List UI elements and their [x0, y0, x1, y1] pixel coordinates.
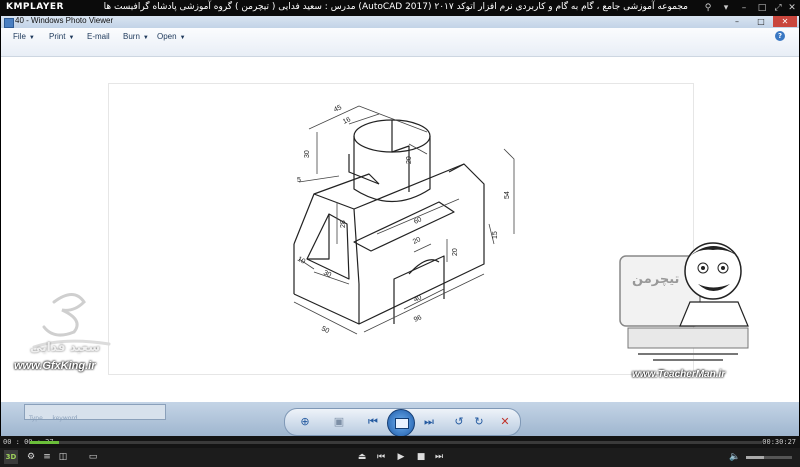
help-icon[interactable]: ?: [775, 31, 785, 41]
slideshow-icon: [395, 418, 409, 429]
menu-burn[interactable]: Burn ▼: [123, 32, 149, 41]
slideshow-button[interactable]: [387, 409, 415, 437]
kmplayer-logo: KMPLAYER: [6, 2, 64, 12]
stop-icon[interactable]: ■: [414, 451, 428, 464]
dim-line-5: [298, 175, 340, 183]
chevron-down-icon: ▼: [142, 35, 149, 41]
previous-icon[interactable]: ⏮: [365, 414, 381, 430]
teacherman-badge: تیچرمن: [632, 272, 680, 287]
capture-icon[interactable]: ◫: [56, 451, 70, 464]
maximize-button[interactable]: □: [749, 16, 773, 27]
dim-54: 54: [504, 191, 511, 199]
menu-burn-label: Burn: [123, 32, 140, 41]
dim-45: 45: [333, 104, 343, 114]
pin-icon[interactable]: ⚲: [702, 2, 714, 14]
vr-icon[interactable]: ▭: [86, 451, 100, 464]
eject-icon[interactable]: ⏏: [355, 451, 369, 464]
minimize-button[interactable]: –: [725, 16, 749, 27]
dim-20-mid: 20: [412, 236, 422, 246]
delete-icon[interactable]: ✕: [497, 414, 513, 430]
dim-28: 28: [340, 220, 347, 228]
photo-viewer-title-bar: 40 - Windows Photo Viewer – □ ✕: [1, 16, 799, 28]
volume-level[interactable]: [746, 456, 765, 459]
menu-email-label: E-mail: [87, 32, 110, 41]
dim-20-top: 20: [406, 156, 413, 164]
viewer-controls: ⊕ ▣ ⏮ ⏭ ↺ ↻ ✕: [284, 408, 521, 437]
minimize-icon[interactable]: –: [738, 2, 750, 14]
author-name-watermark: سعید فدایی: [30, 340, 101, 354]
menu-file[interactable]: File ▼: [13, 32, 35, 41]
total-time: 00:30:27: [762, 438, 796, 446]
rotate-left-icon[interactable]: ↺: [451, 414, 467, 430]
settings-icon[interactable]: ⚙: [24, 451, 38, 464]
dim-line-96: [363, 273, 485, 333]
bottom-search-placeholder: Type ... keyword: [29, 415, 78, 422]
3d-mode-badge[interactable]: 3D: [4, 450, 18, 464]
bottom-search-field[interactable]: Type ... keyword: [24, 404, 166, 422]
dim-5: 5: [297, 177, 301, 184]
teacherman-url-watermark: www.TeacherMan.ir: [632, 369, 726, 380]
gfxking-watermark-logo: [14, 282, 124, 372]
menu-open-label: Open: [157, 32, 177, 41]
photo-viewer-app-icon: [4, 18, 14, 28]
dim-16: 16: [342, 116, 352, 126]
dim-20-side: 20: [452, 248, 459, 256]
front-slot: [353, 201, 455, 252]
close-icon[interactable]: ✕: [786, 2, 798, 14]
left-leg-top: [313, 173, 380, 195]
menu-open[interactable]: Open ▼: [157, 32, 186, 41]
cylinder-cut: [391, 120, 410, 192]
zoom-icon[interactable]: ⊕: [297, 414, 313, 430]
play-icon[interactable]: ▶: [394, 451, 408, 464]
rotate-right-icon[interactable]: ↻: [471, 414, 487, 430]
top-right-step: [448, 163, 465, 173]
dim-10: 10: [296, 256, 306, 266]
isometric-drawing-image: 45 16 30 20 5 54 60 28 15 20 20 10 30 40…: [108, 83, 694, 375]
next-icon[interactable]: ⏭: [421, 414, 437, 430]
gfxking-url-watermark: www.GfxKing.ir: [14, 360, 96, 372]
maximize-icon[interactable]: □: [756, 2, 768, 14]
dim-line-45: [308, 105, 428, 133]
menu-file-label: File: [13, 32, 26, 41]
dim-line-20top: [408, 143, 428, 155]
dim-line-20mid: [413, 243, 432, 253]
top-surface: [353, 163, 485, 224]
seek-progress[interactable]: [30, 441, 60, 444]
next-track-icon[interactable]: ⏭: [432, 451, 446, 464]
dim-30: 30: [304, 150, 311, 158]
player-title-bar: KMPLAYER مجموعه آموزشی جامع ، گام به گام…: [0, 0, 800, 16]
dim-line-16: [348, 113, 380, 125]
speaker-icon[interactable]: 🔈: [728, 451, 742, 464]
dim-40: 40: [413, 294, 423, 304]
dim-50: 50: [320, 325, 330, 335]
menu-email[interactable]: E-mail: [87, 32, 110, 41]
menu-print[interactable]: Print ▼: [49, 32, 74, 41]
playlist-icon[interactable]: ≡: [40, 451, 54, 464]
menu-print-label: Print: [49, 32, 66, 41]
player-caption: مجموعه آموزشی جامع ، گام به گام و کاربرد…: [103, 2, 688, 12]
fullscreen-icon[interactable]: ⤢: [772, 2, 784, 14]
front-arch-curve: [408, 259, 440, 275]
dim-60: 60: [413, 216, 423, 226]
window-title: 40 - Windows Photo Viewer: [15, 16, 114, 25]
teacherman-watermark: تیچرمن: [618, 236, 766, 366]
chevron-down-icon: ▼: [28, 35, 35, 41]
actual-size-icon[interactable]: ▣: [331, 414, 347, 430]
teacher-caricature-icon: [619, 242, 749, 361]
dim-96: 96: [413, 314, 423, 324]
isometric-drawing: 45 16 30 20 5 54 60 28 15 20 20 10 30 40…: [293, 104, 515, 335]
seek-track[interactable]: [30, 441, 762, 444]
chevron-down-icon: ▼: [179, 35, 186, 41]
previous-track-icon[interactable]: ⏮: [374, 451, 388, 464]
chevron-down-icon: ▼: [68, 35, 75, 41]
chevron-down-icon[interactable]: ▾: [720, 2, 732, 14]
close-button[interactable]: ✕: [773, 16, 797, 27]
dim-15: 15: [492, 231, 499, 239]
command-bar: File ▼ Print ▼ E-mail Burn ▼ Open ▼ ?: [1, 28, 799, 57]
